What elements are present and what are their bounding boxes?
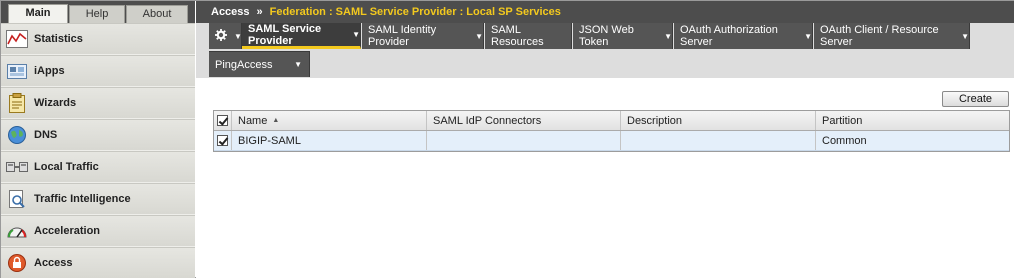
menu-item-acceleration[interactable]: Acceleration — [1, 215, 195, 247]
tab-about[interactable]: About — [126, 5, 188, 23]
menu-item-statistics[interactable]: Statistics — [1, 23, 195, 55]
tab-saml-service-provider[interactable]: SAML Service Provider ▼ — [242, 23, 361, 49]
cell-connectors — [427, 131, 621, 150]
cell-name[interactable]: BIGIP-SAML — [232, 131, 427, 150]
tab-oauth-client-resource-server[interactable]: OAuth Client / Resource Server ▼ — [814, 23, 970, 49]
chevron-down-icon: ▼ — [961, 31, 969, 41]
menu-item-iapps[interactable]: iApps — [1, 55, 195, 87]
row-select-cell — [214, 131, 232, 150]
tab-label: JSON Web Token — [579, 24, 634, 48]
tab-help[interactable]: Help — [69, 5, 125, 23]
breadcrumb-path: Federation : SAML Service Provider : Loc… — [269, 6, 561, 18]
column-header-connectors[interactable]: SAML IdP Connectors — [427, 111, 621, 130]
menu-item-label: Traffic Intelligence — [34, 193, 131, 205]
menu-item-traffic-intelligence[interactable]: Traffic Intelligence — [1, 183, 195, 215]
tab-label: OAuth Client / Resource Server — [820, 24, 939, 48]
menu-item-label: Access — [34, 257, 73, 269]
access-lock-icon — [6, 253, 28, 273]
menu-item-label: DNS — [34, 129, 58, 141]
iapps-icon — [6, 61, 28, 81]
tab-pingaccess[interactable]: PingAccess ▼ — [209, 51, 310, 77]
local-traffic-icon — [6, 157, 28, 177]
select-all-cell — [214, 111, 232, 130]
column-header-label: Name — [238, 114, 268, 127]
tab-oauth-authorization-server[interactable]: OAuth Authorization Server ▼ — [674, 23, 813, 49]
tab-label: SAML Identity Provider — [368, 24, 437, 48]
wizards-clipboard-icon — [6, 93, 28, 113]
traffic-intelligence-icon — [6, 189, 28, 209]
chevron-down-icon: ▼ — [294, 60, 302, 69]
tab-main[interactable]: Main — [8, 4, 68, 23]
column-header-name[interactable]: Name ▲ — [232, 111, 427, 130]
menu-item-local-traffic[interactable]: Local Traffic — [1, 151, 195, 183]
menu-item-label: Acceleration — [34, 225, 101, 237]
services-table: Name ▲ SAML IdP Connectors Description P… — [213, 110, 1010, 152]
menu-item-label: Statistics — [34, 33, 83, 45]
breadcrumb: Access » Federation : SAML Service Provi… — [196, 1, 1014, 23]
tab-label: OAuth Authorization Server — [680, 24, 778, 48]
module-menu-bar: ▼ SAML Service Provider ▼ SAML Identity P… — [196, 23, 1014, 78]
tab-label: SAML Resources — [491, 24, 544, 48]
cell-description — [621, 131, 816, 150]
dns-globe-icon — [6, 125, 28, 145]
chevron-down-icon: ▼ — [352, 30, 360, 39]
menu-item-label: Local Traffic — [34, 161, 99, 173]
breadcrumb-root[interactable]: Access — [211, 6, 250, 18]
tab-saml-resources[interactable]: SAML Resources — [485, 23, 572, 49]
create-button[interactable]: Create — [942, 91, 1009, 107]
statistics-chart-icon — [6, 29, 28, 49]
row-checkbox[interactable] — [217, 135, 228, 146]
gear-icon — [215, 28, 227, 44]
acceleration-gauge-icon — [6, 221, 28, 241]
menu-item-access[interactable]: Access — [1, 247, 195, 278]
tab-json-web-token[interactable]: JSON Web Token ▼ — [573, 23, 673, 49]
table-header: Name ▲ SAML IdP Connectors Description P… — [214, 111, 1009, 131]
chevron-down-icon: ▼ — [475, 31, 483, 41]
menu-item-label: Wizards — [34, 97, 77, 109]
chevron-down-icon: ▼ — [664, 31, 672, 41]
tab-label: PingAccess — [215, 58, 273, 71]
table-row[interactable]: BIGIP-SAML Common — [214, 131, 1009, 151]
select-all-checkbox[interactable] — [217, 115, 228, 126]
tab-saml-identity-provider[interactable]: SAML Identity Provider ▼ — [362, 23, 484, 49]
sort-ascending-icon: ▲ — [272, 117, 280, 124]
menu-item-dns[interactable]: DNS — [1, 119, 195, 151]
menu-item-label: iApps — [34, 65, 65, 77]
left-tabs: Main Help About — [1, 1, 195, 23]
chevron-down-icon: ▼ — [234, 31, 242, 41]
chevron-down-icon: ▼ — [804, 31, 812, 41]
main-menu: Statistics iApps Wizards DNS Local Traff… — [1, 23, 195, 278]
tab-label: SAML Service Provider — [248, 22, 322, 47]
gear-menu-button[interactable]: ▼ — [209, 23, 242, 49]
menu-item-wizards[interactable]: Wizards — [1, 87, 195, 119]
column-header-description[interactable]: Description — [621, 111, 816, 130]
content-area: Access » Federation : SAML Service Provi… — [196, 1, 1014, 278]
column-header-partition[interactable]: Partition — [816, 111, 1009, 130]
breadcrumb-separator: » — [256, 6, 263, 18]
left-panel: Main Help About Statistics iApps Wizards — [1, 1, 195, 278]
cell-partition: Common — [822, 134, 867, 147]
